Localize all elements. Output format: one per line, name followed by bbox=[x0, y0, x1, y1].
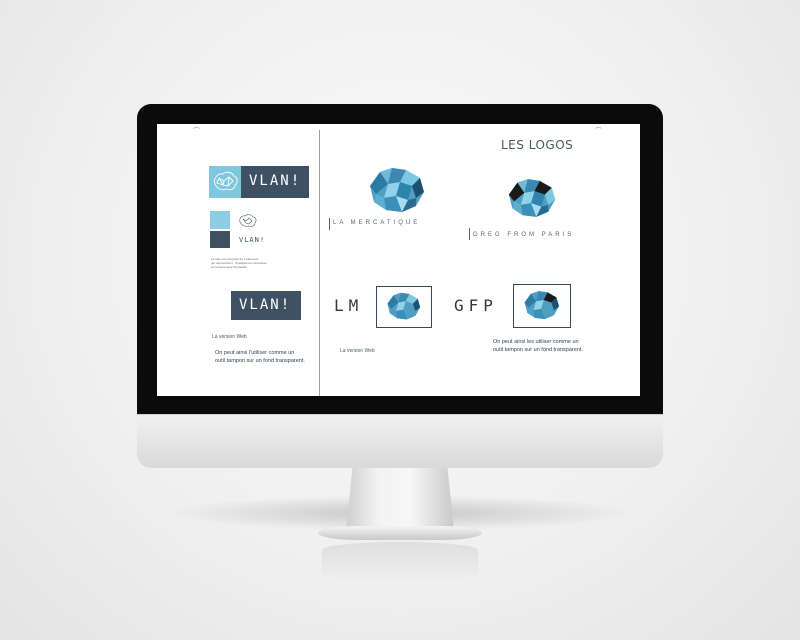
vlan-logo-text: VLAN! bbox=[249, 173, 302, 189]
web-version-label: La version Web bbox=[212, 334, 247, 340]
color-swatch-light-blue bbox=[210, 211, 230, 229]
wordmark-bar bbox=[469, 228, 470, 240]
stand-reflection bbox=[322, 542, 478, 582]
corner-mark: ⌒ bbox=[193, 128, 200, 135]
crystal-brain-logo-icon-2 bbox=[508, 179, 556, 217]
page-divider bbox=[319, 130, 320, 396]
crystal-brain-small-icon-2 bbox=[524, 291, 560, 320]
vlan-web-logo: VLAN! bbox=[231, 291, 301, 320]
logo-caption: Le logo est composé de 4 éléments qui re… bbox=[211, 257, 266, 269]
description-line1: On peut ainsi les utiliser comme un bbox=[493, 339, 579, 345]
monitor-stand-base bbox=[318, 526, 482, 540]
monitor-stand-neck bbox=[346, 468, 454, 530]
monitor-screen: ⌒ ⌒ VLAN! VLAN! Le logo est composé de 4… bbox=[157, 124, 640, 396]
description-line2: outil tampon sur un fond transparent. bbox=[493, 347, 583, 353]
mini-vlan-text: VLAN! bbox=[239, 236, 266, 244]
gfp-logo-frame bbox=[513, 284, 571, 328]
gfp-monogram: GFP bbox=[454, 296, 498, 315]
greg-from-paris-wordmark: GREG FROM PARIS bbox=[473, 232, 575, 238]
color-swatch-dark-slate bbox=[210, 231, 230, 248]
web-description-line1: On peut ainsi l'utiliser comme un bbox=[215, 350, 295, 356]
crystal-brain-small-icon bbox=[387, 292, 421, 320]
lm-logo-frame bbox=[376, 286, 432, 328]
mini-brain-icon bbox=[239, 214, 257, 227]
caption-line: et l'univers avec l'humanité bbox=[211, 265, 247, 269]
brain-icon bbox=[214, 171, 238, 191]
crystal-brain-logo-icon bbox=[370, 168, 424, 212]
web-version-label-right: La version Web bbox=[340, 348, 375, 354]
vlan-logo-banner: VLAN! bbox=[209, 166, 309, 198]
corner-mark: ⌒ bbox=[595, 128, 602, 135]
la-mercatique-wordmark: LA MERCATIQUE bbox=[333, 220, 421, 226]
wordmark-bar bbox=[329, 218, 330, 230]
lm-monogram: LM bbox=[334, 296, 364, 315]
page-title: LES LOGOS bbox=[501, 138, 574, 152]
monitor-chin bbox=[137, 414, 663, 468]
vlan-web-logo-text: VLAN! bbox=[239, 297, 292, 313]
web-description-line2: outil tampon sur un fond transparent. bbox=[215, 358, 305, 364]
brain-icon-box bbox=[209, 166, 241, 198]
